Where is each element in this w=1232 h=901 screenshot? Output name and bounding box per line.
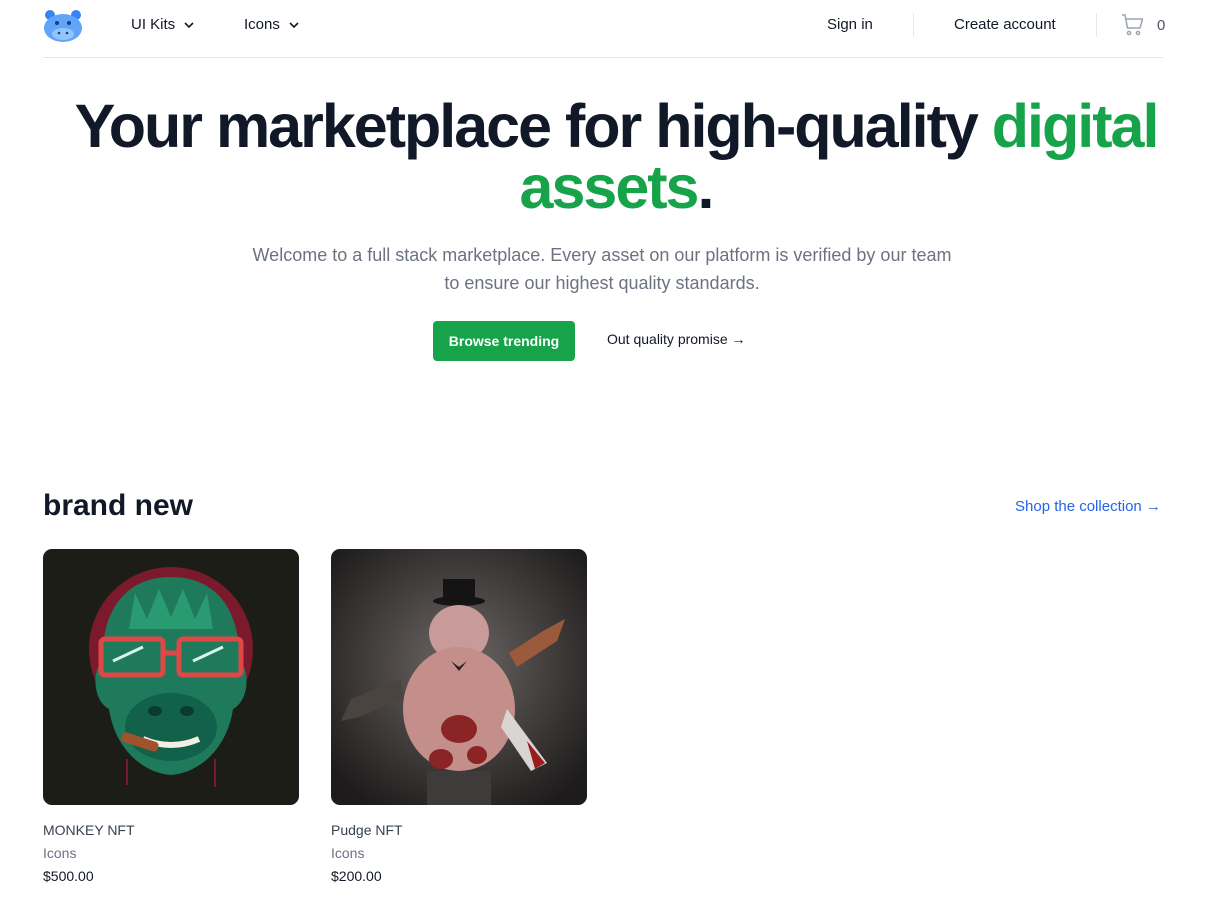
nav-divider: [913, 13, 914, 37]
section-title: brand new: [43, 489, 194, 522]
chevron-down-icon: [289, 21, 299, 28]
cart-count: 0: [1157, 16, 1166, 34]
site-header: UI Kits Icons Sign in Create account 0: [43, 0, 1165, 58]
hero-subtitle: Welcome to a full stack marketplace. Eve…: [252, 245, 952, 293]
product-image-monkey[interactable]: [43, 549, 299, 805]
nav-ui-kits[interactable]: UI Kits: [131, 16, 195, 33]
chevron-down-icon: [184, 21, 194, 28]
nav-icons[interactable]: Icons: [244, 16, 300, 33]
shopping-cart-icon: [1122, 14, 1144, 36]
product-image-pudge[interactable]: [331, 549, 587, 805]
create-account-link[interactable]: Create account: [954, 16, 1056, 33]
browse-trending-button[interactable]: Browse trending: [433, 321, 575, 361]
hero-title-text: Your marketplace for high-quality: [74, 92, 992, 160]
shop-collection-link[interactable]: Shop the collection →: [1015, 498, 1161, 515]
product-name[interactable]: MONKEY NFT: [43, 822, 299, 838]
sign-in-link[interactable]: Sign in: [827, 16, 873, 33]
product-category: Icons: [43, 845, 77, 861]
product-card[interactable]: Pudge NFT Icons $200.00: [331, 549, 587, 884]
product-name[interactable]: Pudge NFT: [331, 822, 587, 838]
nav-ui-kits-label: UI Kits: [131, 16, 176, 33]
nav-divider: [1096, 13, 1097, 37]
hippo-logo-icon[interactable]: [43, 8, 83, 42]
quality-promise-link[interactable]: Out quality promise →: [607, 331, 746, 347]
hero-title-period: .: [697, 153, 715, 221]
product-card[interactable]: MONKEY NFT Icons $500.00: [43, 549, 299, 884]
product-price: $500.00: [43, 868, 94, 884]
cart-button[interactable]: 0: [1121, 13, 1165, 37]
hero-title: Your marketplace for high-quality digita…: [0, 96, 1232, 218]
product-price: $200.00: [331, 868, 382, 884]
product-category: Icons: [331, 845, 365, 861]
nav-icons-label: Icons: [244, 16, 280, 33]
